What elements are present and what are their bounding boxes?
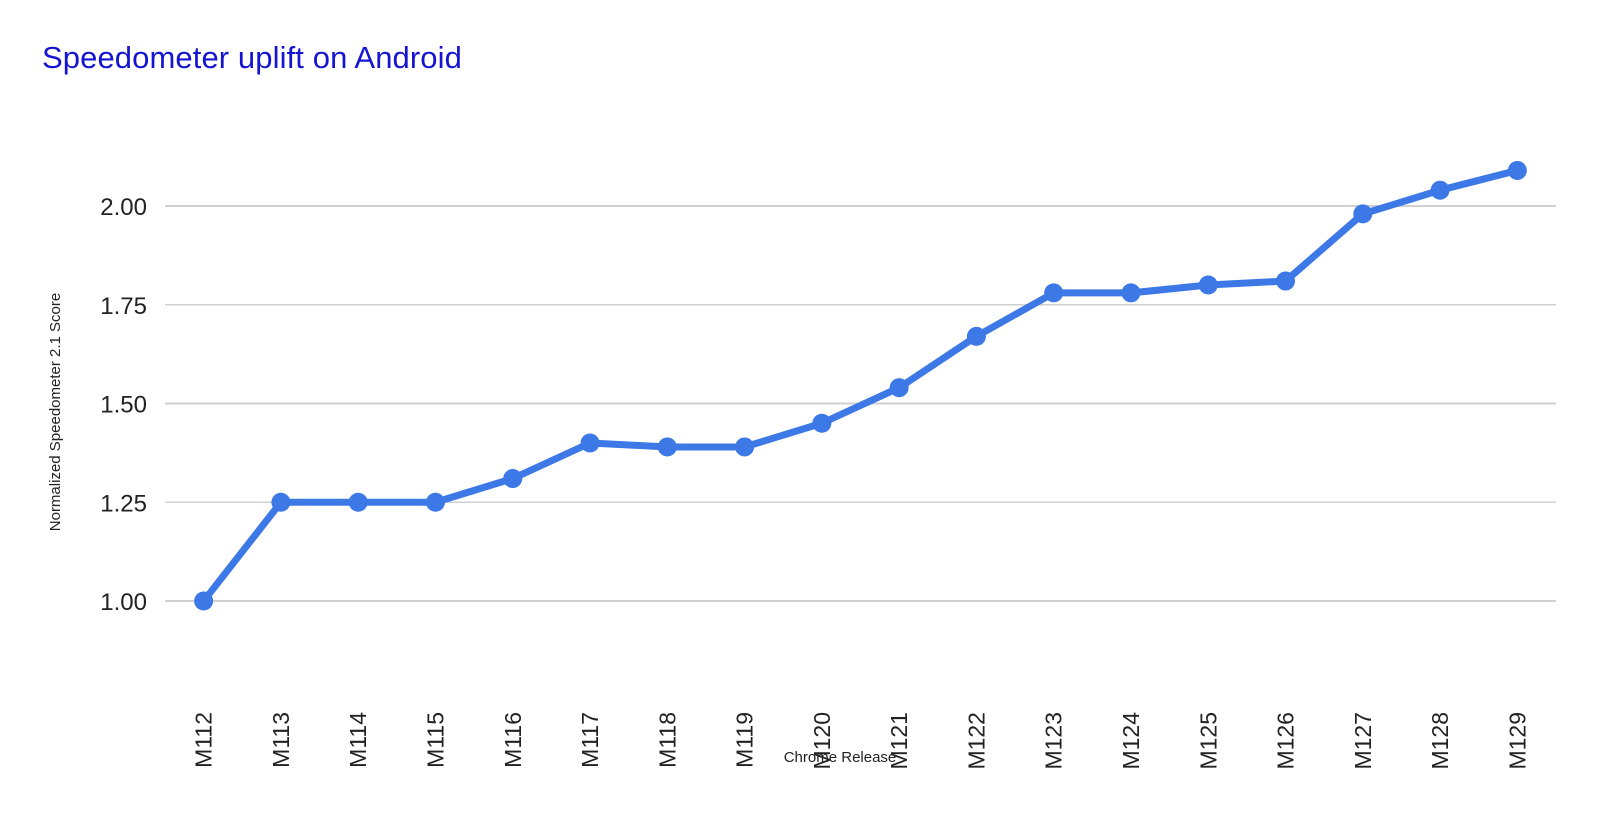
data-point[interactable] <box>1121 283 1141 303</box>
data-point[interactable] <box>889 378 909 398</box>
y-axis-tick-label: 1.25 <box>100 490 147 517</box>
data-point[interactable] <box>735 437 755 457</box>
x-axis-tick-label: M117 <box>577 712 603 768</box>
x-axis-tick-label: M125 <box>1195 712 1221 770</box>
x-axis-tick-label: M129 <box>1504 712 1530 770</box>
y-axis-tick-label: 2.00 <box>100 194 147 221</box>
y-axis-tick-labels: 1.00 1.25 1.50 1.75 2.00 <box>100 194 147 616</box>
data-point[interactable] <box>1430 180 1450 200</box>
data-point[interactable] <box>271 492 291 512</box>
x-axis-tick-label: M126 <box>1273 712 1299 770</box>
data-point[interactable] <box>194 591 214 611</box>
line-chart-plot: 1.00 1.25 1.50 1.75 2.00 M112 M113 M114 M115 M11… <box>47 160 1556 770</box>
x-axis-tick-label: M118 <box>654 712 680 768</box>
x-axis-tick-label: M127 <box>1350 712 1376 770</box>
data-point[interactable] <box>580 433 600 453</box>
chart-container: Speedometer uplift on Android 1.00 1.25 1.… <box>0 0 1600 824</box>
data-point[interactable] <box>966 326 986 346</box>
y-axis-tick-label: 1.75 <box>100 293 147 320</box>
y-axis-tick-label: 1.00 <box>100 589 147 616</box>
data-point[interactable] <box>503 469 523 489</box>
x-axis-tick-label: M123 <box>1041 712 1067 770</box>
data-point[interactable] <box>348 492 368 512</box>
data-point[interactable] <box>1198 275 1218 295</box>
x-axis-tick-label: M116 <box>500 712 526 768</box>
data-point[interactable] <box>425 492 445 512</box>
x-axis-tick-label: M115 <box>422 712 448 768</box>
x-axis-tick-label: M128 <box>1427 712 1453 770</box>
data-point[interactable] <box>1507 160 1527 180</box>
data-point[interactable] <box>657 437 677 457</box>
data-point[interactable] <box>812 413 832 433</box>
x-axis-tick-label: M122 <box>963 712 989 770</box>
x-axis-tick-label: M113 <box>268 712 294 768</box>
x-axis-tick-label: M114 <box>345 712 371 768</box>
data-point[interactable] <box>1044 283 1064 303</box>
x-axis-tick-label: M112 <box>191 712 217 768</box>
x-axis-tick-label: M119 <box>732 712 758 768</box>
data-points-group <box>194 160 1527 611</box>
data-point[interactable] <box>1276 271 1296 291</box>
y-axis-title: Normalized Speedometer 2.1 Score <box>47 293 64 531</box>
x-axis-title: Chrome Release <box>784 749 897 766</box>
data-series-line <box>200 166 1521 605</box>
data-point[interactable] <box>1353 204 1373 224</box>
x-axis-tick-label: M124 <box>1118 712 1144 770</box>
y-axis-tick-label: 1.50 <box>100 392 147 419</box>
